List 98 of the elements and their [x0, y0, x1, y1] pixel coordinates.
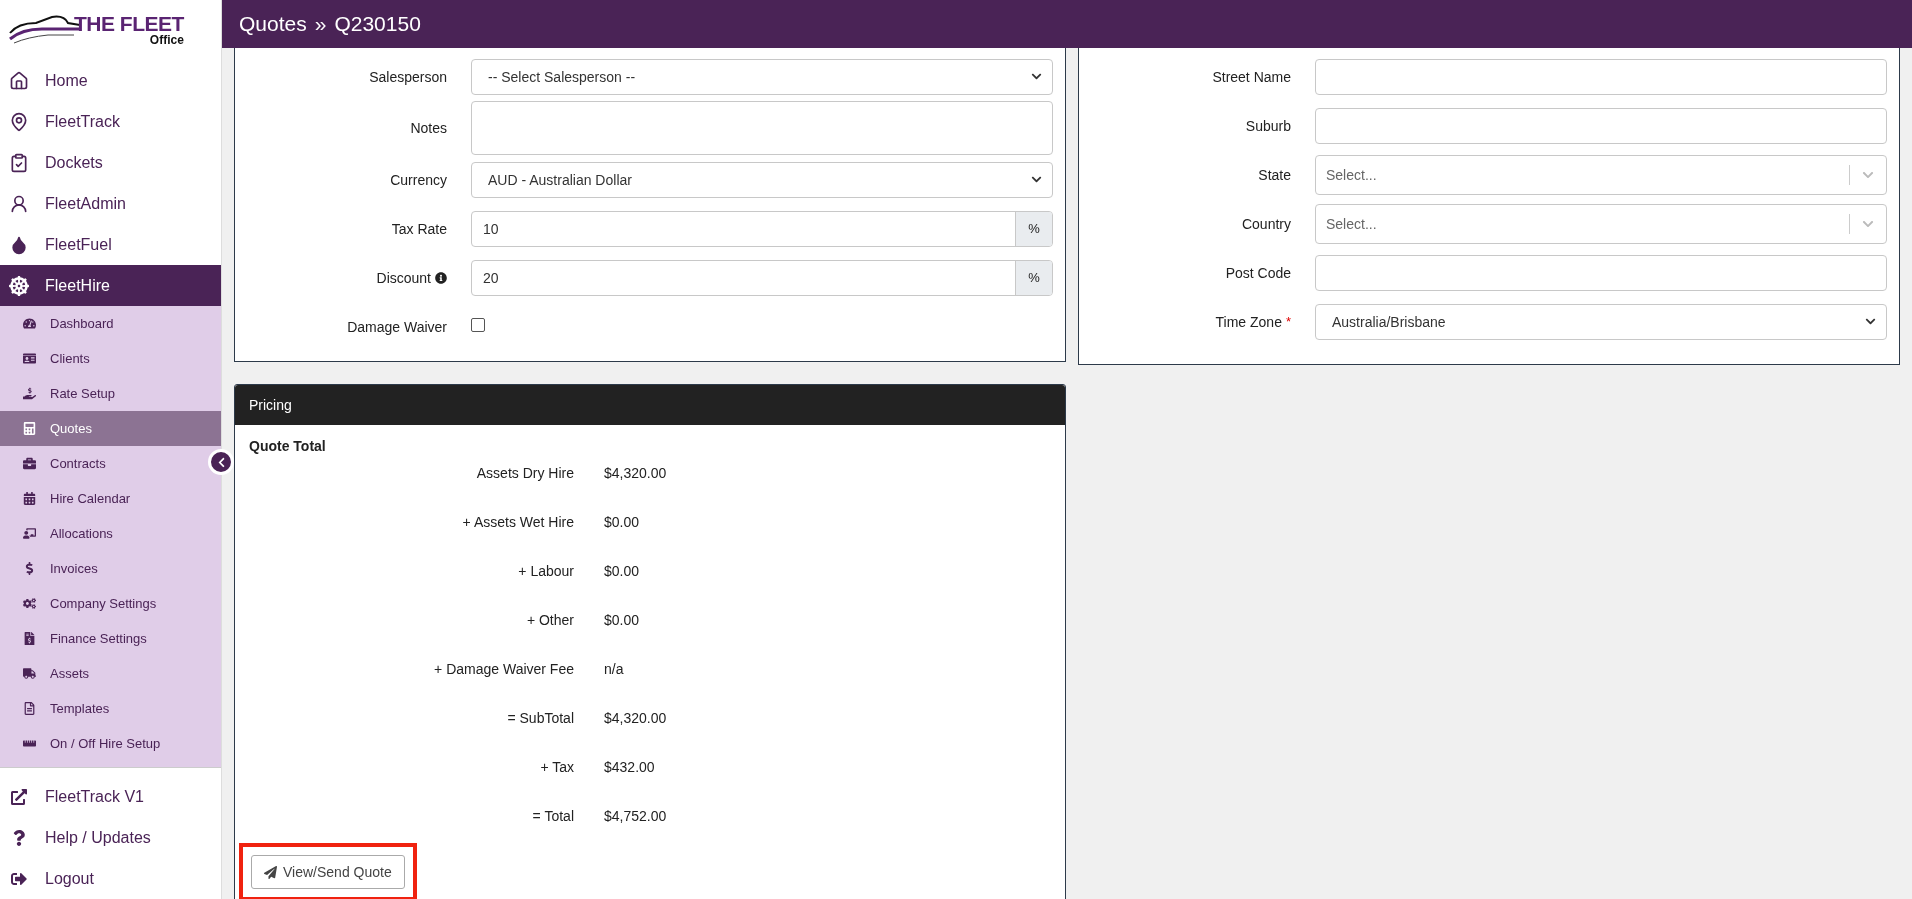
- field-label: Currency: [390, 171, 447, 188]
- price-label: + Assets Wet Hire: [461, 513, 574, 530]
- input-field[interactable]: [1315, 254, 1887, 291]
- price-value: $4,752.00: [604, 807, 668, 824]
- price-value: $0.00: [604, 611, 641, 628]
- sidebar-item[interactable]: FleetTrack: [0, 101, 221, 142]
- price-value: $4,320.00: [604, 709, 668, 726]
- submenu-item[interactable]: Finance Settings: [0, 621, 205, 656]
- droplet-icon: [9, 234, 29, 255]
- price-label: + Tax: [539, 758, 574, 775]
- field-label: Post Code: [1225, 264, 1291, 281]
- info-icon[interactable]: [435, 271, 447, 284]
- header-record: Q230150: [334, 12, 421, 36]
- field-label: Notes: [410, 120, 447, 136]
- external-link-icon: [9, 788, 29, 805]
- submenu-item[interactable]: Quotes: [0, 411, 221, 446]
- field-label: Salesperson: [369, 68, 447, 85]
- field-label: Damage Waiver: [347, 318, 447, 335]
- sidebar-item[interactable]: FleetHire: [0, 265, 221, 306]
- presenter-icon: [22, 527, 36, 540]
- invoice-icon: [22, 632, 36, 645]
- field-label: Street Name: [1212, 68, 1291, 85]
- percent-addon: %: [1015, 260, 1052, 295]
- required-mark: *: [1285, 314, 1291, 329]
- price-label: = SubTotal: [506, 709, 574, 726]
- view-send-quote-button[interactable]: View/Send Quote: [251, 855, 405, 889]
- document-icon: [22, 702, 36, 715]
- field-label: Discount: [376, 269, 431, 286]
- home-icon: [9, 70, 29, 91]
- price-value: $4,320.00: [604, 464, 668, 481]
- field-label: Tax Rate: [391, 220, 447, 237]
- submenu-item[interactable]: Dashboard: [0, 306, 205, 341]
- submenu-item[interactable]: Invoices: [0, 551, 205, 586]
- submenu-item[interactable]: Allocations: [0, 516, 205, 551]
- input-field[interactable]: [1315, 107, 1887, 144]
- chevron-down-icon: [1031, 174, 1042, 185]
- logout-icon: [9, 870, 29, 887]
- pricing-title: Pricing: [235, 385, 1065, 425]
- truck-icon: [22, 667, 36, 680]
- sidebar-item[interactable]: Home: [0, 60, 221, 101]
- sidebar-item[interactable]: Dockets: [0, 142, 221, 183]
- wheel-icon: [9, 275, 29, 296]
- user-icon: [9, 193, 29, 214]
- field-label: State: [1258, 166, 1291, 183]
- calculator-icon: [22, 422, 36, 435]
- price-value: $432.00: [604, 758, 656, 775]
- price-label: Assets Dry Hire: [475, 464, 574, 481]
- select-field[interactable]: Select...: [1315, 203, 1887, 244]
- map-pin-icon: [9, 111, 29, 132]
- gears-icon: [22, 597, 36, 610]
- field-label: Time Zone: [1215, 313, 1282, 330]
- gauge-icon: [22, 317, 36, 330]
- sidebar-item[interactable]: Help / Updates: [0, 817, 221, 858]
- sidebar-item[interactable]: Logout: [0, 858, 221, 899]
- price-label: + Damage Waiver Fee: [433, 660, 574, 677]
- price-value: $0.00: [604, 562, 641, 579]
- paper-plane-icon: [264, 865, 277, 879]
- sidebar-item[interactable]: FleetAdmin: [0, 183, 221, 224]
- price-label: = Total: [531, 807, 574, 824]
- submenu-item[interactable]: Clients: [0, 341, 205, 376]
- chevron-down-icon: [1865, 316, 1876, 327]
- calendar-icon: [22, 492, 36, 505]
- select-field[interactable]: -- Select Salesperson --: [471, 58, 1053, 95]
- collapse-toggle[interactable]: [208, 449, 234, 475]
- logo-subtitle: Office: [149, 33, 184, 48]
- field-label: Suburb: [1245, 117, 1291, 134]
- submenu-item[interactable]: Rate Setup: [0, 376, 205, 411]
- submenu-item[interactable]: Assets: [0, 656, 205, 691]
- submenu-item[interactable]: Company Settings: [0, 586, 205, 621]
- briefcase-icon: [22, 457, 36, 470]
- submenu-item[interactable]: Contracts: [0, 446, 205, 481]
- price-value: n/a: [604, 660, 625, 677]
- submenu-item[interactable]: Templates: [0, 691, 205, 726]
- submenu-item[interactable]: Hire Calendar: [0, 481, 205, 516]
- field-label: Country: [1241, 215, 1291, 232]
- price-label: + Labour: [517, 562, 574, 579]
- percent-addon: %: [1015, 211, 1052, 246]
- clipboard-icon: [9, 152, 29, 173]
- sidebar-item[interactable]: FleetTrack V1: [0, 776, 221, 817]
- select-field[interactable]: AUD - Australian Dollar: [471, 161, 1053, 198]
- chevron-down-icon: [1031, 71, 1042, 82]
- input-field[interactable]: [1315, 58, 1887, 95]
- checkbox[interactable]: [471, 317, 485, 332]
- quote-total-heading: Quote Total: [249, 438, 326, 454]
- hand-money-icon: [22, 387, 36, 400]
- input-field[interactable]: 20 %: [471, 259, 1053, 296]
- sidebar-item[interactable]: FleetFuel: [0, 224, 221, 265]
- id-card-icon: [22, 352, 36, 365]
- logo-title: THE FLEET: [74, 12, 184, 34]
- price-value: $0.00: [604, 513, 641, 530]
- input-field[interactable]: 10 %: [471, 210, 1053, 247]
- notes-field[interactable]: [471, 101, 1053, 155]
- submenu-item[interactable]: On / Off Hire Setup: [0, 726, 205, 761]
- breadcrumb-separator: »: [314, 12, 327, 36]
- price-label: + Other: [525, 611, 574, 628]
- select-field[interactable]: Australia/Brisbane: [1315, 303, 1887, 340]
- select-field[interactable]: Select...: [1315, 154, 1887, 195]
- header-section: Quotes: [239, 12, 307, 36]
